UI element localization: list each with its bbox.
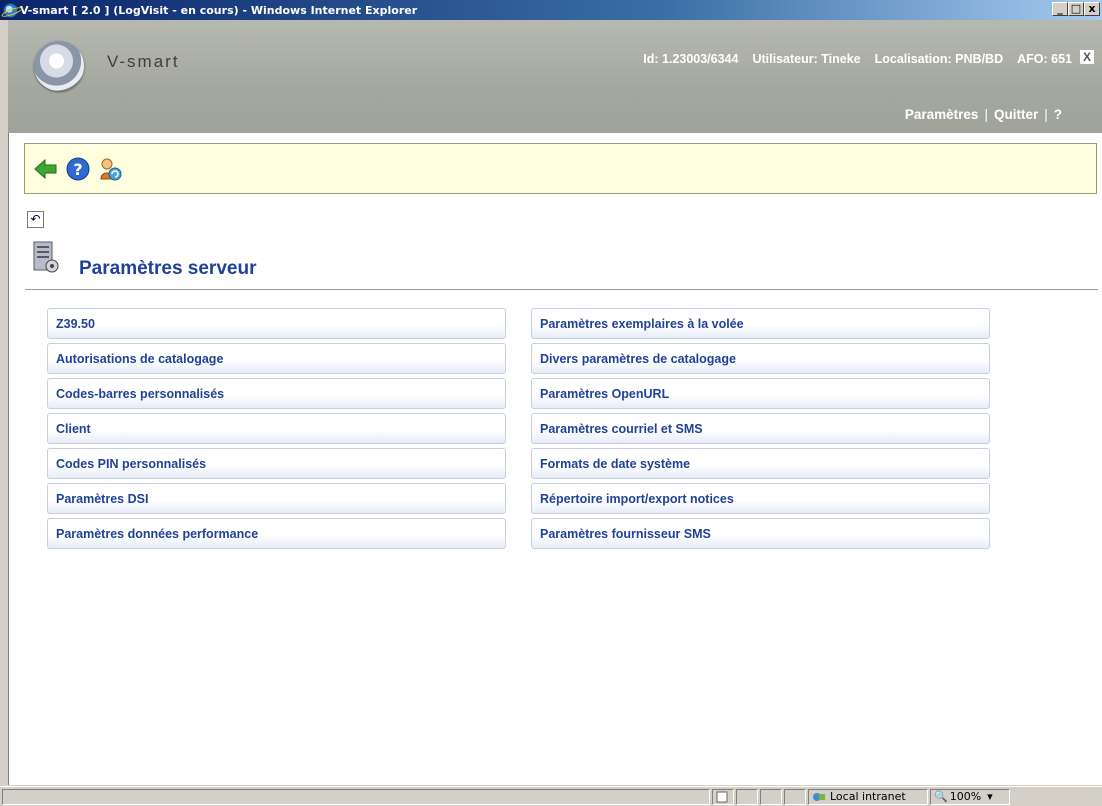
status-text-cell (2, 788, 710, 805)
menu-system-date-formats[interactable]: Formats de date système (531, 448, 990, 479)
status-cell (760, 788, 782, 805)
security-zone[interactable]: Local intranet (808, 788, 928, 805)
maximize-button[interactable]: □ (1068, 2, 1084, 16)
menu-openurl-settings[interactable]: Paramètres OpenURL (531, 378, 990, 409)
link-parametres[interactable]: Paramètres (905, 107, 979, 122)
logo-text: V-smart (107, 52, 180, 71)
menu-dsi-settings[interactable]: Paramètres DSI (47, 483, 506, 514)
status-page-icon (712, 788, 734, 805)
svg-text:?: ? (73, 160, 82, 179)
page-title: Paramètres serveur (79, 258, 257, 279)
menu-client[interactable]: Client (47, 413, 506, 444)
main-content: ? ↶ Paramètres serveur Z39.50 Autorisati… (8, 133, 1102, 785)
toolbar: ? (24, 143, 1097, 194)
title-divider (25, 289, 1098, 290)
link-help[interactable]: ? (1054, 107, 1062, 122)
session-info: Id: 1.23003/6344 Utilisateur: Tineke Loc… (643, 52, 1072, 66)
top-links: Paramètres | Quitter | ? (905, 107, 1062, 122)
menu-custom-pin-codes[interactable]: Codes PIN personnalisés (47, 448, 506, 479)
close-window-button[interactable]: x (1084, 2, 1100, 16)
status-bar: Local intranet 🔍 100% ▾ (0, 786, 1102, 806)
user-refresh-icon[interactable] (98, 157, 122, 181)
security-zone-label: Local intranet (830, 790, 906, 803)
status-cell (736, 788, 758, 805)
session-afo: AFO: 651 (1017, 52, 1072, 66)
link-separator: | (984, 107, 988, 122)
menu-performance-data-settings[interactable]: Paramètres données performance (47, 518, 506, 549)
zoom-icon: 🔍 (934, 790, 948, 803)
window-titlebar: V-smart [ 2.0 ] (LogVisit - en cours) - … (0, 0, 1102, 20)
chevron-down-icon: ▾ (987, 790, 993, 803)
menu-email-sms-settings[interactable]: Paramètres courriel et SMS (531, 413, 990, 444)
window-controls: _ □ x (1052, 2, 1100, 16)
zoom-control[interactable]: 🔍 100% ▾ (930, 788, 1010, 805)
menu-cataloguing-permissions[interactable]: Autorisations de catalogage (47, 343, 506, 374)
zoom-level: 100% (949, 790, 982, 803)
help-icon[interactable]: ? (66, 157, 90, 181)
menu-custom-barcodes[interactable]: Codes-barres personnalisés (47, 378, 506, 409)
menu-misc-cataloguing-settings[interactable]: Divers paramètres de catalogage (531, 343, 990, 374)
intranet-icon (813, 792, 825, 801)
status-cell (784, 788, 806, 805)
undo-icon[interactable]: ↶ (27, 211, 44, 228)
app-header: V-smart Id: 1.23003/6344 Utilisateur: Ti… (8, 20, 1102, 133)
menu-fly-items-settings[interactable]: Paramètres exemplaires à la volée (531, 308, 990, 339)
link-separator: | (1044, 107, 1048, 122)
menu-column-left: Z39.50 Autorisations de catalogage Codes… (47, 308, 506, 549)
session-user: Utilisateur: Tineke (752, 52, 861, 66)
menu-sms-provider-settings[interactable]: Paramètres fournisseur SMS (531, 518, 990, 549)
link-quitter[interactable]: Quitter (994, 107, 1038, 122)
internet-explorer-icon (3, 2, 18, 18)
menu-z3950[interactable]: Z39.50 (47, 308, 506, 339)
session-id: Id: 1.23003/6344 (643, 52, 739, 66)
minimize-button[interactable]: _ (1052, 2, 1068, 16)
window-title: V-smart [ 2.0 ] (LogVisit - en cours) - … (20, 3, 418, 17)
back-arrow-icon[interactable] (34, 157, 58, 181)
server-settings-icon (31, 240, 61, 274)
close-session-icon[interactable]: X (1080, 50, 1094, 64)
vsmart-logo-icon (34, 41, 84, 91)
session-location: Localisation: PNB/BD (874, 52, 1004, 66)
menu-column-right: Paramètres exemplaires à la volée Divers… (531, 308, 990, 549)
menu-import-export-directory[interactable]: Répertoire import/export notices (531, 483, 990, 514)
